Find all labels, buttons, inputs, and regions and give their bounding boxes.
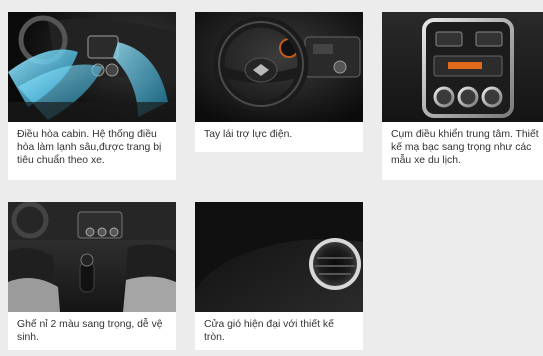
two-tone-seats-photo — [8, 202, 176, 312]
gallery-caption: Cửa gió hiện đại với thiết kế tròn. — [204, 319, 334, 343]
air-vent-photo — [195, 202, 363, 312]
gallery-caption: Ghế nỉ 2 màu sang trọng, dễ vệ sinh. — [17, 319, 163, 343]
gallery-card-steering-wheel: Tay lái trợ lực điện. — [195, 12, 363, 152]
gallery-caption: Điều hòa cabin. Hệ thống điều hòa làm lạ… — [17, 129, 162, 166]
gallery-card-air-vent: Cửa gió hiện đại với thiết kế tròn. — [195, 202, 363, 350]
steering-wheel-photo — [195, 12, 363, 122]
center-console-photo — [382, 12, 543, 122]
gallery-card-center-console: Cụm điều khiển trung tâm. Thiết kế mạ bạ… — [382, 12, 543, 180]
gallery-card-seats: Ghế nỉ 2 màu sang trọng, dễ vệ sinh. — [8, 202, 176, 350]
car-interior-air-conditioning-photo — [8, 12, 176, 122]
gallery-card-air-conditioning: Điều hòa cabin. Hệ thống điều hòa làm lạ… — [8, 12, 176, 180]
gallery-caption: Tay lái trợ lực điện. — [204, 129, 293, 140]
gallery-caption: Cụm điều khiển trung tâm. Thiết kế mạ bạ… — [391, 129, 539, 166]
